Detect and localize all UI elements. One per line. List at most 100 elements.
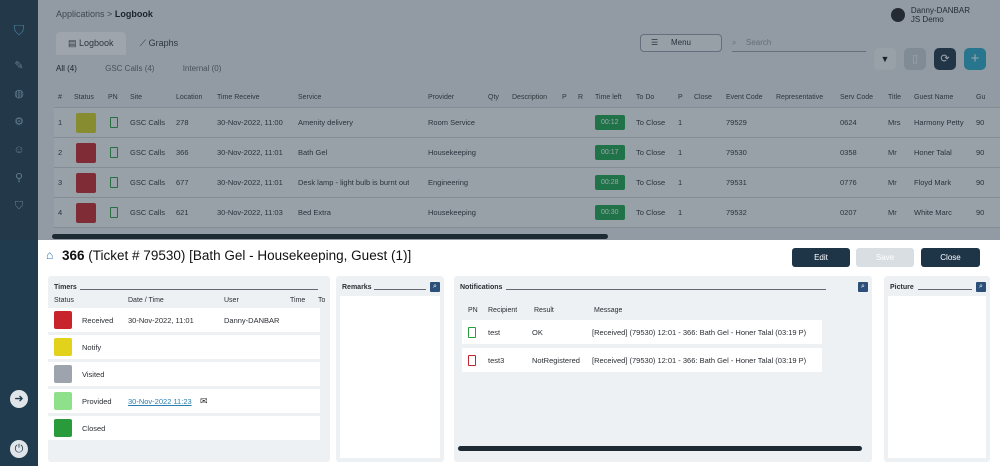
row-location: 677	[176, 178, 189, 187]
section-divider	[374, 289, 426, 290]
close-button[interactable]: Close	[921, 248, 980, 267]
timers-col-to: To	[318, 296, 326, 304]
row-serv-code: 0207	[840, 208, 857, 217]
timer-status-swatch	[54, 335, 72, 359]
logo-icon: ⛉	[13, 22, 25, 38]
ticket-location: 366	[62, 248, 85, 263]
status-indicator	[76, 108, 96, 137]
timers-col-time: Time	[290, 296, 306, 304]
row-event-code: 79530	[726, 148, 747, 157]
row-todo: To Close	[636, 148, 666, 157]
search-icon[interactable]: ⌕	[976, 282, 986, 292]
user-info[interactable]: Danny-DANBAR JS Demo	[890, 6, 970, 24]
row-provider: Housekeeping	[428, 208, 476, 217]
col-pn: PN	[108, 94, 118, 101]
timer-user: Danny-DANBAR	[224, 315, 280, 325]
search-icon[interactable]: ⌕	[430, 282, 440, 292]
table-row[interactable]: 00:12 1 GSC Calls 278 30-Nov-2022, 11:00 Amen…	[54, 108, 1000, 138]
time-left-badge: 00:30	[595, 198, 625, 227]
table-horizontal-scrollbar[interactable]	[52, 234, 608, 239]
timer-row: Closed	[48, 416, 320, 440]
row-service: Bed Extra	[298, 208, 331, 217]
row-serv-code: 0776	[840, 178, 857, 187]
globe-icon[interactable]: ◍	[11, 86, 27, 102]
pdf-icon[interactable]: ▯	[904, 48, 926, 70]
filter-icon[interactable]: ▼	[874, 48, 896, 70]
row-service: Bath Gel	[298, 148, 328, 157]
timer-status-label: Received	[82, 315, 114, 325]
sidebar: ⛉ ✎ ◍ ⚙ ☺ ⚲ ⛉ ➜ ⏻	[0, 0, 38, 466]
shield-icon[interactable]: ⛉	[11, 198, 27, 214]
col-service: Service	[298, 94, 322, 101]
table-row[interactable]: 00:30 4 GSC Calls 621 30-Nov-2022, 11:03 Bed …	[54, 198, 1000, 228]
notif-col-recipient: Recipient	[488, 306, 518, 314]
row-priority: 1	[678, 178, 683, 187]
table-header: # Status PN Site Location Time Receive S…	[54, 88, 1000, 108]
col-event-code: Event Code	[726, 94, 763, 101]
row-guest-name: Floyd Mark	[914, 178, 952, 187]
row-time-receive: 30-Nov-2022, 11:01	[217, 178, 283, 187]
timers-col-user: User	[224, 296, 239, 304]
menu-button[interactable]: ☰ Menu	[640, 34, 722, 52]
expand-arrow-icon[interactable]: ➜	[10, 390, 28, 408]
notification-row[interactable]: test OK [Received] (79530) 12:01 - 366: Ba…	[462, 320, 822, 344]
search-icon[interactable]: ⌕	[858, 282, 868, 292]
ticket-title: ⌂ 366 (Ticket # 79530) [Bath Gel - House…	[46, 248, 411, 263]
timers-section: Timers Status Date / Time User Time To R…	[48, 276, 330, 462]
time-left-badge: 00:12	[595, 108, 625, 137]
row-todo: To Close	[636, 208, 666, 217]
remarks-textarea[interactable]	[340, 296, 440, 458]
notifications-section: Notifications ⌕ PN Recipient Result Mess…	[454, 276, 872, 462]
timers-header: Status Date / Time User Time To	[48, 294, 330, 306]
table-row[interactable]: 00:28 3 GSC Calls 677 30-Nov-2022, 11:01 Desk…	[54, 168, 1000, 198]
link-icon[interactable]: ⚲	[11, 170, 27, 186]
row-provider: Housekeeping	[428, 148, 476, 157]
row-todo: To Close	[636, 178, 666, 187]
timer-datetime[interactable]: 30-Nov-2022 11:23	[128, 389, 192, 413]
logbook-table: # Status PN Site Location Time Receive S…	[54, 88, 1000, 228]
ticket-detail-panel: ⌂ 366 (Ticket # 79530) [Bath Gel - House…	[38, 240, 1000, 466]
edit-icon[interactable]: ✎	[11, 58, 27, 74]
col-gu: Gu	[976, 94, 986, 101]
row-number: 3	[58, 178, 63, 187]
col-qty: Qty	[488, 94, 499, 101]
power-icon[interactable]: ⏻	[10, 440, 28, 458]
tab-graphs[interactable]: ⟋ Graphs	[128, 32, 190, 55]
row-provider: Engineering	[428, 178, 469, 187]
timer-status-swatch	[54, 308, 72, 332]
timers-title: Timers	[54, 284, 77, 291]
col-serv-code: Serv Code	[840, 94, 874, 101]
subtab-gsc[interactable]: GSC Calls (4)	[105, 64, 154, 73]
notification-row[interactable]: test3 NotRegistered [Received] (79530) 12:…	[462, 348, 822, 372]
refresh-icon[interactable]: ⟳	[934, 48, 956, 70]
gear-icon[interactable]: ⚙	[11, 114, 27, 130]
add-icon[interactable]: +	[964, 48, 986, 70]
subtab-internal[interactable]: Internal (0)	[183, 64, 222, 73]
row-serv-code: 0358	[840, 148, 857, 157]
row-todo: To Close	[636, 118, 666, 127]
breadcrumb-parent[interactable]: Applications	[56, 9, 105, 19]
edit-note-icon[interactable]: ✉	[200, 389, 208, 413]
users-icon[interactable]: ☺	[11, 142, 27, 158]
row-location: 366	[176, 148, 189, 157]
search-input[interactable]: ⌕ Search	[732, 36, 866, 52]
row-location: 621	[176, 208, 189, 217]
logbook-view: Applications > Logbook Danny-DANBAR JS D…	[38, 0, 1000, 240]
picture-area[interactable]	[888, 296, 986, 458]
pn-status-icon	[468, 348, 476, 372]
save-button[interactable]: Save	[856, 248, 914, 267]
tab-label: Logbook	[79, 38, 114, 48]
home-icon: ⌂	[46, 248, 54, 262]
row-provider: Room Service	[428, 118, 476, 127]
time-left-badge: 00:28	[595, 168, 625, 197]
notifications-title: Notifications	[460, 284, 503, 291]
tab-logbook[interactable]: ▤ Logbook	[56, 32, 126, 55]
row-guest-name: White Marc	[914, 208, 952, 217]
edit-button[interactable]: Edit	[792, 248, 850, 267]
timer-status-label: Visited	[82, 369, 105, 379]
table-row[interactable]: 00:17 2 GSC Calls 366 30-Nov-2022, 11:01 Bath…	[54, 138, 1000, 168]
notifications-scrollbar[interactable]	[458, 446, 862, 451]
notifications-header: PN Recipient Result Message	[454, 304, 872, 316]
subtab-all[interactable]: All (4)	[56, 64, 77, 73]
row-event-code: 79529	[726, 118, 747, 127]
